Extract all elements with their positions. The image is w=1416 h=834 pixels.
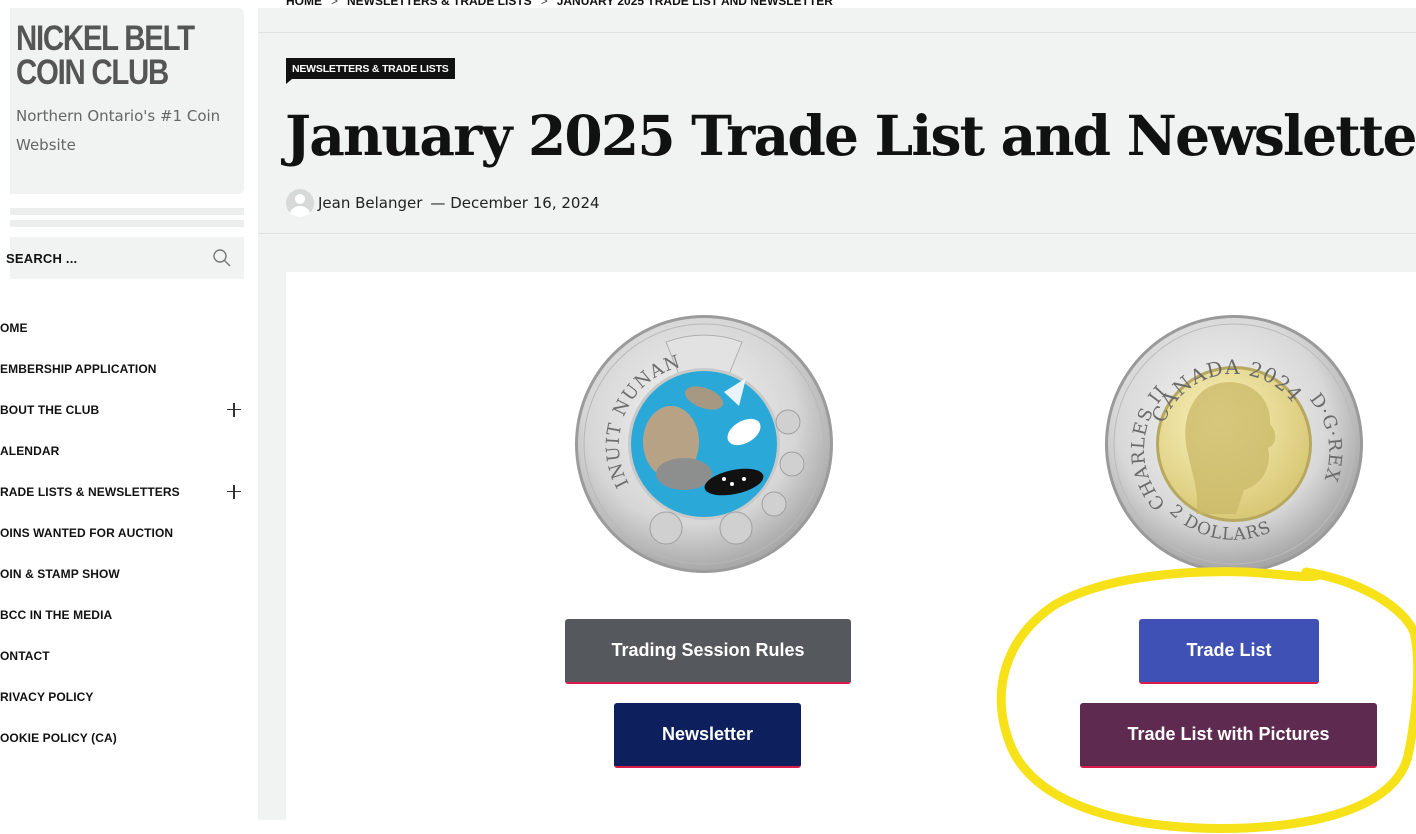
menu-item-trade-lists-newsletters[interactable]: RADE LISTS & NEWSLETTERS [0,471,250,512]
sidebar-divider [10,220,244,227]
sidebar-divider [10,208,244,215]
menu-item-label[interactable]: EMBERSHIP APPLICATION [0,362,157,376]
trade-list-with-pictures-button[interactable]: Trade List with Pictures [1080,703,1377,768]
menu-item-contact[interactable]: ONTACT [0,635,250,676]
menu-item-label[interactable]: OOKIE POLICY (CA) [0,731,117,745]
post-meta: Jean Belanger — December 16, 2024 [286,189,600,217]
site-title-line2[interactable]: COIN CLUB [16,55,202,90]
entry-content: INUIT NUNANGAT [286,272,1416,834]
menu-item-label[interactable]: RADE LISTS & NEWSLETTERS [0,485,180,499]
menu-item-calendar[interactable]: ALENDAR [0,430,250,471]
header-divider [258,233,1416,234]
search-icon[interactable] [212,248,232,268]
menu-item-membership-application[interactable]: EMBERSHIP APPLICATION [0,348,250,389]
search-form[interactable]: SEARCH ... [6,237,244,279]
newsletter-button[interactable]: Newsletter [614,703,801,768]
site-title[interactable]: NICKEL BELT COIN CLUB [16,21,202,90]
category-badge[interactable]: NEWSLETTERS & TRADE LISTS [286,58,455,84]
main-menu: OME EMBERSHIP APPLICATION BOUT THE CLUB … [0,307,250,758]
breadcrumb: HOME > NEWSLETTERS & TRADE LISTS > JANUA… [286,0,833,8]
menu-item-label[interactable]: OINS WANTED FOR AUCTION [0,526,173,540]
menu-item-label[interactable]: BOUT THE CLUB [0,403,99,417]
menu-item-label[interactable]: OIN & STAMP SHOW [0,567,120,581]
inuit-nunangat-coin-image: INUIT NUNANGAT [574,314,834,574]
menu-item-privacy-policy[interactable]: RIVACY POLICY [0,676,250,717]
expand-plus-icon[interactable] [226,402,242,418]
menu-item-label[interactable]: OME [0,321,28,335]
menu-item-cookie-policy[interactable]: OOKIE POLICY (CA) [0,717,250,758]
breadcrumb-home[interactable]: HOME [286,0,322,8]
charles-iii-coin-image: CANADA 2024 CHARLES III D·G·REX 2 DOLLAR… [1104,314,1364,574]
expand-plus-icon[interactable] [226,484,242,500]
post-author[interactable]: Jean Belanger [318,194,422,212]
avatar [286,189,314,217]
entry-header: HOME > NEWSLETTERS & TRADE LISTS > JANUA… [258,0,1416,272]
menu-item-label[interactable]: BCC IN THE MEDIA [0,608,112,622]
trade-list-button[interactable]: Trade List [1139,619,1319,684]
menu-item-about-the-club[interactable]: BOUT THE CLUB [0,389,250,430]
trading-session-rules-button[interactable]: Trading Session Rules [565,619,851,684]
sidebar: NICKEL BELT COIN CLUB Northern Ontario's… [0,0,258,834]
breadcrumb-current: JANUARY 2025 TRADE LIST AND NEWSLETTER [556,0,833,8]
breadcrumb-category[interactable]: NEWSLETTERS & TRADE LISTS [347,0,532,8]
menu-item-home[interactable]: OME [0,307,250,348]
header-divider [258,32,1416,33]
menu-item-coins-wanted-for-auction[interactable]: OINS WANTED FOR AUCTION [0,512,250,553]
menu-item-label[interactable]: RIVACY POLICY [0,690,94,704]
menu-item-label[interactable]: ONTACT [0,649,50,663]
menu-item-label[interactable]: ALENDAR [0,444,59,458]
site-tagline: Northern Ontario's #1 Coin Website [16,107,221,154]
page-title: January 2025 Trade List and Newsletter [285,103,1416,168]
site-title-line1[interactable]: NICKEL BELT [16,21,202,56]
breadcrumb-separator: > [331,0,339,8]
breadcrumb-separator: > [540,0,548,8]
search-input[interactable]: SEARCH ... [6,251,77,266]
site-branding: NICKEL BELT COIN CLUB Northern Ontario's… [10,8,244,194]
menu-item-coin-stamp-show[interactable]: OIN & STAMP SHOW [0,553,250,594]
post-date: — December 16, 2024 [430,194,600,212]
menu-item-nbcc-in-the-media[interactable]: BCC IN THE MEDIA [0,594,250,635]
